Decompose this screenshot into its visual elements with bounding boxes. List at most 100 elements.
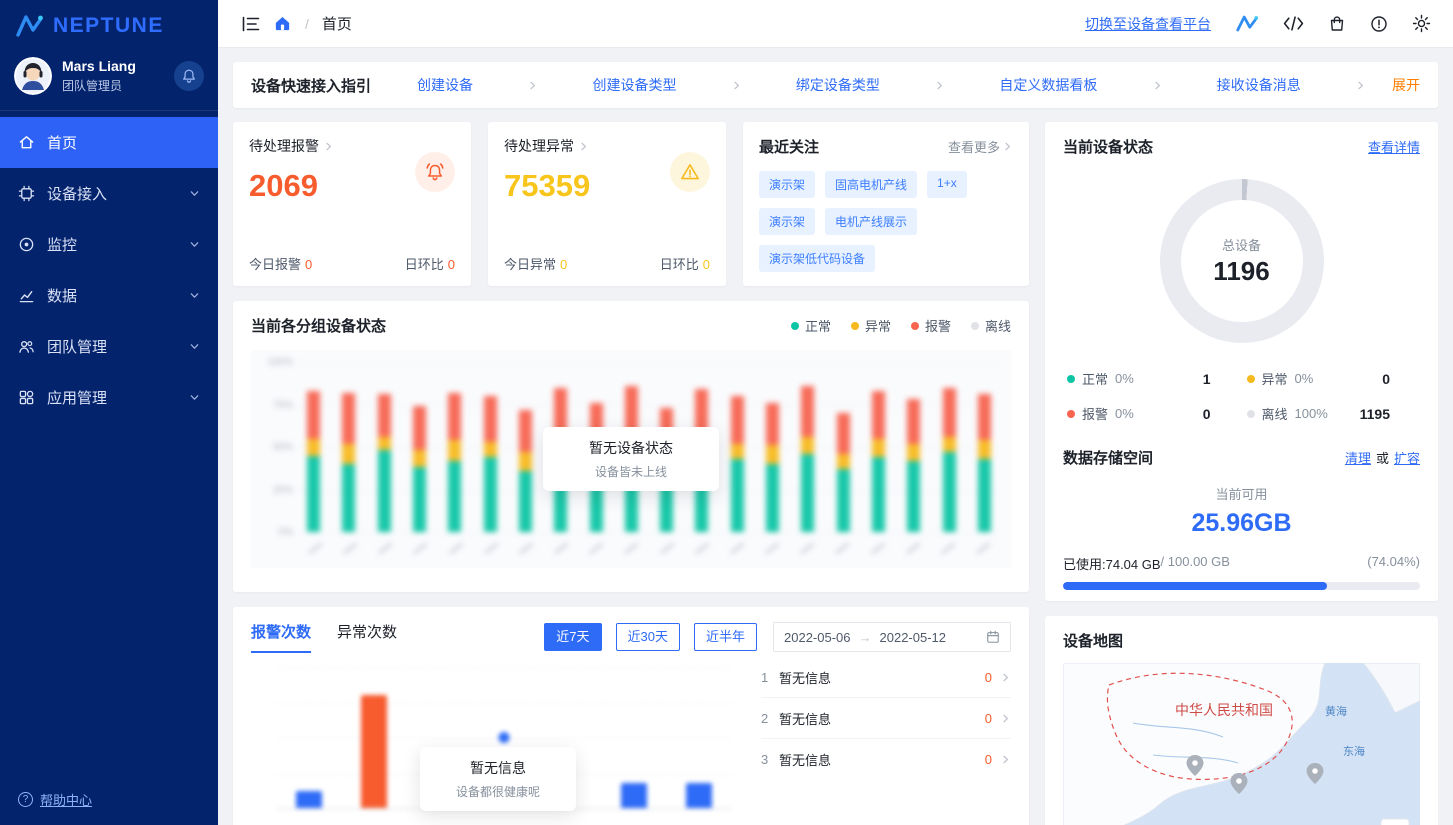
chevron-right-icon	[578, 141, 589, 152]
focus-tag[interactable]: 演示架	[759, 171, 815, 198]
x-axis-label	[765, 542, 779, 554]
stacked-bar	[484, 362, 497, 532]
focus-tag[interactable]: 电机产线展示	[825, 208, 917, 235]
avatar	[14, 57, 52, 95]
guide-step[interactable]: 绑定设备类型	[796, 75, 880, 95]
device-map[interactable]: 中华人民共和国 黄海 东海 +	[1063, 663, 1420, 825]
rank-list-item[interactable]: 3暂无信息0	[761, 739, 1011, 780]
user-profile[interactable]: Mars Liang 团队管理员	[0, 49, 218, 110]
pending-alarm-title[interactable]: 待处理报警	[249, 136, 455, 156]
view-detail-link[interactable]: 查看详情	[1368, 137, 1420, 156]
data-chart-icon	[18, 287, 35, 304]
collapse-menu-icon[interactable]	[242, 16, 260, 32]
chevron-right-icon	[1152, 80, 1163, 91]
trend-card: 报警次数异常次数 近7天近30天近半年 2022-05-06 → 2022-05…	[233, 607, 1029, 825]
chart-bar	[361, 695, 387, 808]
guide-step[interactable]: 接收设备消息	[1217, 75, 1301, 95]
view-more-link[interactable]: 查看更多	[948, 137, 1013, 156]
sidebar-item-data[interactable]: 数据	[0, 270, 218, 321]
storage-progress-bar	[1063, 582, 1420, 590]
sidebar-item-device-access[interactable]: 设备接入	[0, 168, 218, 219]
info-exclamation-icon[interactable]	[1370, 15, 1388, 33]
expand-storage-link[interactable]: 扩容	[1394, 448, 1420, 467]
focus-tag[interactable]: 固高电机产线	[825, 171, 917, 198]
question-circle-icon: ?	[18, 792, 33, 807]
date-range-picker[interactable]: 2022-05-06 → 2022-05-12	[773, 622, 1011, 652]
right-column: 当前设备状态 查看详情 总设备 1196 正常0%1异常0%0报警0%	[1045, 122, 1438, 825]
range-30d[interactable]: 近30天	[616, 623, 680, 651]
code-icon[interactable]	[1283, 16, 1304, 31]
stacked-bar	[978, 362, 991, 532]
tab-abnormal-count[interactable]: 异常次数	[337, 621, 397, 653]
x-axis-label	[413, 542, 427, 554]
map-sea-label: 东海	[1343, 744, 1365, 758]
status-legend-item: 正常0%1	[1067, 369, 1237, 388]
rank-list-item[interactable]: 1暂无信息0	[761, 657, 1011, 698]
tab-alarm-count[interactable]: 报警次数	[251, 621, 311, 653]
guide-step[interactable]: 创建设备	[417, 75, 473, 95]
content: 设备快速接入指引 创建设备创建设备类型绑定设备类型自定义数据看板接收设备消息 展…	[218, 48, 1453, 825]
chevron-down-icon	[189, 188, 200, 199]
storage-section: 数据存储空间 清理 或 扩容 当前可用 25.96GB 已使用:74.04	[1063, 447, 1420, 590]
help-label: 帮助中心	[40, 790, 92, 809]
stacked-bar	[413, 362, 426, 532]
focus-tag[interactable]: 演示架低代码设备	[759, 245, 875, 272]
x-axis-label	[659, 542, 673, 554]
stacked-bar	[872, 362, 885, 532]
expand-link[interactable]: 展开	[1392, 75, 1420, 95]
sidebar-item-monitor[interactable]: 监控	[0, 219, 218, 270]
x-axis-label	[308, 542, 322, 554]
chevron-right-icon	[934, 80, 945, 91]
x-axis-label	[800, 542, 814, 554]
device-map-title: 设备地图	[1063, 630, 1123, 651]
chart-bar	[296, 791, 322, 808]
map-sea-label: 黄海	[1325, 704, 1347, 718]
neptune-logo-icon	[14, 13, 44, 39]
breadcrumb-home-icon[interactable]	[273, 14, 292, 33]
x-axis-label	[624, 542, 638, 554]
stacked-bar	[448, 362, 461, 532]
chart-bar	[621, 783, 647, 808]
sidebar-item-team-manage[interactable]: 团队管理	[0, 321, 218, 372]
sidebar: NEPTUNE Mars Liang 团队管理员 首页设备接入监控数据团队管理应…	[0, 0, 218, 825]
zoom-in-button[interactable]: +	[1381, 819, 1409, 825]
range-7d[interactable]: 近7天	[544, 623, 601, 651]
focus-tag[interactable]: 1+x	[927, 171, 967, 198]
monitor-icon	[18, 236, 35, 253]
sidebar-item-home[interactable]: 首页	[0, 117, 218, 168]
pending-abnormal-title[interactable]: 待处理异常	[504, 136, 710, 156]
device-map-card: 设备地图 中华人民共和国 黄海 东海	[1045, 616, 1438, 825]
pending-alarm-card: 待处理报警 2069 今日报警0 日环比0	[233, 122, 471, 286]
chevron-down-icon	[189, 290, 200, 301]
alarm-card-footer: 今日报警0 日环比0	[249, 254, 455, 273]
range-half-year[interactable]: 近半年	[694, 623, 757, 651]
guide-steps: 创建设备 创建设备类型 绑定设备类型 自定义数据看板 接收设备消息	[417, 75, 1392, 95]
apps-icon	[18, 389, 35, 406]
chart-legend-item: 报警	[911, 316, 951, 335]
brand-logo[interactable]: NEPTUNE	[0, 0, 218, 49]
clean-link[interactable]: 清理	[1345, 448, 1371, 467]
guide-step[interactable]: 创建设备类型	[592, 75, 676, 95]
sidebar-item-app-manage[interactable]: 应用管理	[0, 372, 218, 423]
x-axis-label	[695, 542, 709, 554]
stacked-bar	[907, 362, 920, 532]
breadcrumb[interactable]: 首页	[322, 13, 352, 34]
guide-step[interactable]: 自定义数据看板	[999, 75, 1097, 95]
group-status-card: 当前各分组设备状态 正常异常报警离线 100%75%50%25%0% 暂无设备状…	[233, 301, 1029, 592]
chevron-right-icon	[1000, 672, 1011, 683]
chevron-down-icon	[189, 341, 200, 352]
trend-tabs: 报警次数异常次数	[251, 621, 397, 653]
status-legend-item: 离线100%1195	[1247, 404, 1417, 423]
storage-progress-fill	[1063, 582, 1327, 590]
chevron-down-icon	[189, 392, 200, 403]
rank-list-item[interactable]: 2暂无信息0	[761, 698, 1011, 739]
total-device-label: 总设备	[1222, 235, 1261, 254]
market-bag-icon[interactable]	[1328, 15, 1346, 33]
settings-gear-icon[interactable]	[1412, 14, 1431, 33]
switch-platform-link[interactable]: 切换至设备查看平台	[1085, 14, 1211, 34]
focus-tag[interactable]: 演示架	[759, 208, 815, 235]
device-status-card: 当前设备状态 查看详情 总设备 1196 正常0%1异常0%0报警0%	[1045, 122, 1438, 601]
notification-bell-icon[interactable]	[174, 61, 204, 91]
neptune-mini-logo-icon[interactable]	[1235, 14, 1259, 33]
help-center-link[interactable]: ? 帮助中心	[0, 774, 218, 825]
